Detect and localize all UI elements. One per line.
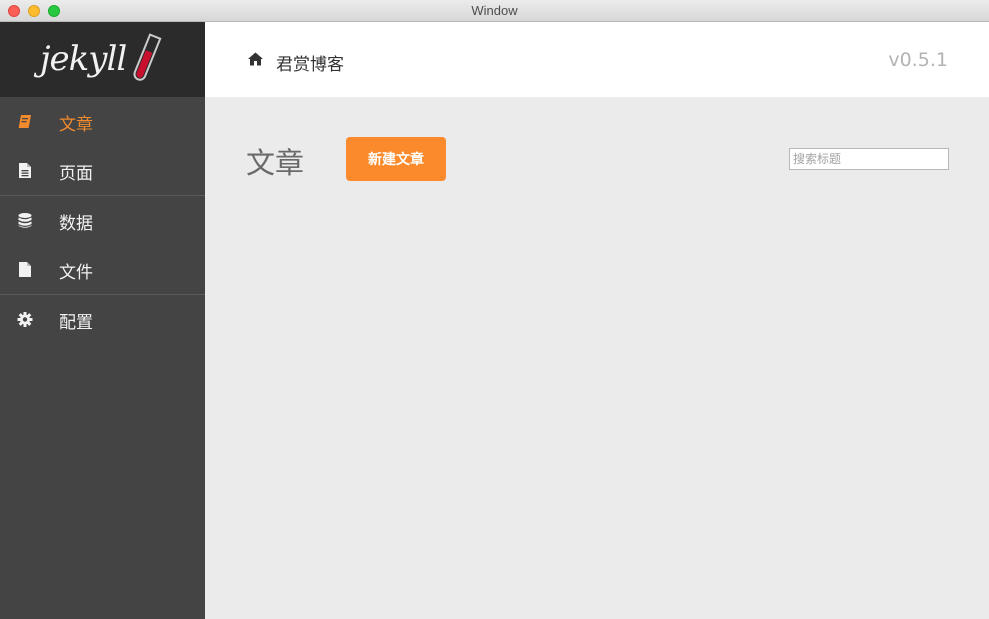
sidebar-item-data[interactable]: 数据 (0, 196, 205, 245)
page-title: 文章 (246, 146, 305, 180)
sidebar-item-posts[interactable]: 文章 (0, 97, 205, 146)
sidebar-item-label: 文章 (59, 115, 93, 135)
gear-icon (17, 312, 33, 327)
book-icon (18, 115, 31, 128)
site-name[interactable]: 君赏博客 (276, 50, 344, 75)
sidebar-item-label: 文件 (59, 263, 93, 283)
logo-text: jekyll (40, 39, 127, 79)
search-input[interactable] (789, 148, 949, 170)
file-icon (19, 262, 31, 277)
sidebar-item-files[interactable]: 文件 (0, 245, 205, 294)
home-icon[interactable] (248, 52, 263, 66)
version-label: v0.5.1 (888, 49, 948, 71)
file-text-icon (19, 163, 31, 178)
sidebar-item-config[interactable]: 配置 (0, 295, 205, 344)
database-icon (18, 213, 32, 228)
sidebar: jekyll 文章 页面 数据 文件 配置 (0, 22, 205, 619)
sidebar-item-label: 页面 (59, 164, 93, 184)
test-tube-icon (131, 33, 162, 83)
top-header: 君赏博客 v0.5.1 (205, 22, 989, 97)
window-title: Window (471, 3, 518, 18)
sidebar-item-label: 数据 (59, 214, 93, 234)
new-post-button[interactable]: 新建文章 (346, 137, 446, 181)
sidebar-item-label: 配置 (59, 313, 93, 333)
jekyll-logo[interactable]: jekyll (0, 22, 205, 97)
sidebar-item-pages[interactable]: 页面 (0, 146, 205, 195)
window-titlebar: Window (0, 0, 989, 22)
